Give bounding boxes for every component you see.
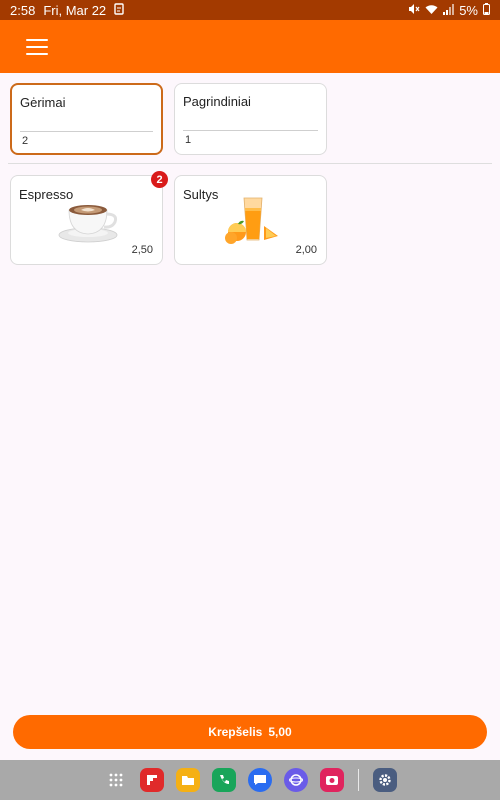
divider bbox=[20, 131, 153, 132]
product-card-espresso[interactable]: Espresso 2,50 2 bbox=[10, 171, 168, 265]
category-name: Gėrimai bbox=[20, 95, 66, 110]
mute-icon bbox=[408, 3, 420, 18]
battery-percent: 5% bbox=[459, 2, 478, 18]
wifi-icon bbox=[425, 3, 438, 18]
divider bbox=[183, 130, 318, 131]
orange-juice-image bbox=[225, 197, 278, 244]
status-time: 2:58 bbox=[10, 2, 36, 18]
menu-icon[interactable] bbox=[26, 38, 48, 55]
cart-label: Krepšelis bbox=[208, 725, 263, 739]
camera-icon[interactable] bbox=[319, 768, 344, 792]
settings-icon[interactable] bbox=[372, 768, 397, 792]
navigation-bar bbox=[0, 760, 500, 800]
product-price: 2,50 bbox=[131, 244, 153, 256]
screenshot-notification-icon bbox=[114, 2, 124, 18]
cart-button[interactable]: Krepšelis 5,00 bbox=[13, 715, 487, 749]
cart-total: 5,00 bbox=[268, 725, 292, 739]
apps-grid-icon[interactable] bbox=[104, 768, 128, 792]
battery-icon bbox=[483, 2, 490, 18]
product-card-sultys[interactable]: Sultys 2,00 bbox=[174, 175, 327, 265]
product-price: 2,00 bbox=[295, 244, 317, 256]
category-card-gerimai[interactable]: Gėrimai 2 bbox=[10, 83, 163, 155]
category-card-pagrindiniai[interactable]: Pagrindiniai 1 bbox=[174, 83, 327, 155]
quantity-badge: 2 bbox=[151, 171, 168, 188]
files-icon[interactable] bbox=[175, 768, 200, 792]
category-count: 1 bbox=[185, 134, 192, 146]
internet-icon[interactable] bbox=[283, 768, 308, 792]
signal-icon bbox=[443, 3, 455, 18]
product-name: Sultys bbox=[183, 187, 219, 202]
status-bar: 2:58 Fri, Mar 22 5% bbox=[0, 0, 500, 20]
status-date: Fri, Mar 22 bbox=[43, 2, 107, 18]
section-divider bbox=[8, 163, 492, 164]
phone-icon[interactable] bbox=[211, 768, 236, 792]
flipboard-icon[interactable] bbox=[139, 768, 164, 792]
dock-separator bbox=[357, 769, 359, 791]
category-name: Pagrindiniai bbox=[183, 94, 251, 109]
messages-icon[interactable] bbox=[247, 768, 272, 792]
app-bar bbox=[0, 20, 500, 73]
category-count: 2 bbox=[22, 135, 29, 147]
coffee-cup-image bbox=[58, 205, 118, 243]
